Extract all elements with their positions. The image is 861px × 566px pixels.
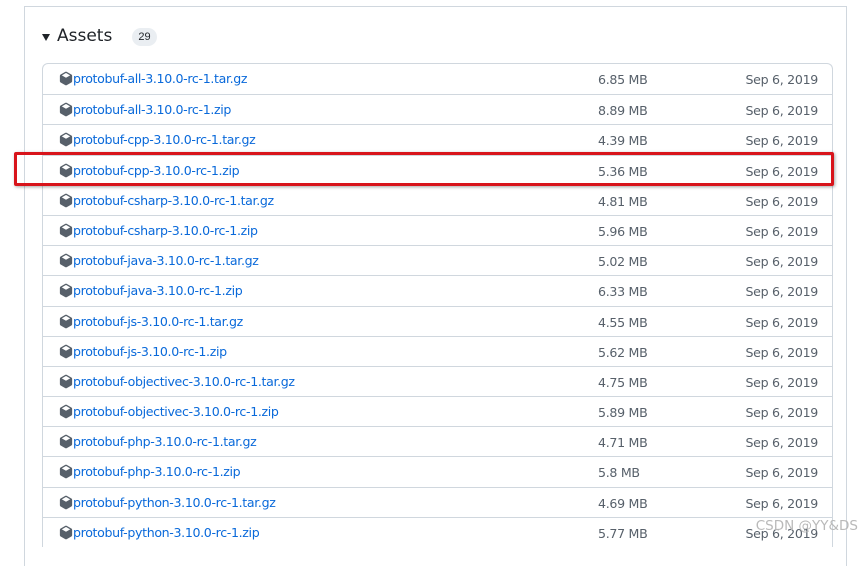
asset-download-link[interactable]: protobuf-js-3.10.0-rc-1.zip xyxy=(73,344,227,359)
asset-download-link[interactable]: protobuf-js-3.10.0-rc-1.tar.gz xyxy=(73,314,243,329)
asset-download-link[interactable]: protobuf-all-3.10.0-rc-1.tar.gz xyxy=(73,71,248,86)
asset-date: Sep 6, 2019 xyxy=(745,133,818,149)
package-icon xyxy=(59,314,73,329)
asset-size: 4.39 MB xyxy=(598,133,648,149)
asset-download-link[interactable]: protobuf-cpp-3.10.0-rc-1.zip xyxy=(73,163,240,178)
asset-date: Sep 6, 2019 xyxy=(745,465,818,481)
asset-row: protobuf-cpp-3.10.0-rc-1.zip 5.36 MB Sep 6… xyxy=(43,154,832,185)
package-icon xyxy=(59,163,73,178)
asset-size: 4.69 MB xyxy=(598,495,648,511)
asset-download-link[interactable]: protobuf-python-3.10.0-rc-1.tar.gz xyxy=(73,495,276,510)
asset-row: protobuf-java-3.10.0-rc-1.tar.gz 5.02 MB S… xyxy=(43,245,832,275)
package-icon xyxy=(59,102,73,117)
assets-toggle[interactable]: Assets 29 xyxy=(42,24,157,48)
asset-date: Sep 6, 2019 xyxy=(745,72,818,87)
asset-date: Sep 6, 2019 xyxy=(745,374,818,390)
asset-download-link[interactable]: protobuf-python-3.10.0-rc-1.zip xyxy=(73,525,260,540)
package-icon xyxy=(59,404,73,419)
asset-size: 5.77 MB xyxy=(598,525,648,541)
asset-download-link[interactable]: protobuf-cpp-3.10.0-rc-1.tar.gz xyxy=(73,132,256,147)
asset-row: protobuf-csharp-3.10.0-rc-1.zip 5.96 MB Se… xyxy=(43,214,832,245)
package-icon xyxy=(59,464,73,479)
asset-row: protobuf-php-3.10.0-rc-1.tar.gz 4.71 MB Se… xyxy=(43,426,832,456)
asset-size: 6.33 MB xyxy=(598,284,648,300)
asset-size: 6.85 MB xyxy=(598,72,648,87)
asset-row: protobuf-php-3.10.0-rc-1.zip 5.8 MB Sep 6,… xyxy=(43,456,832,486)
asset-date: Sep 6, 2019 xyxy=(745,284,818,300)
asset-size: 5.8 MB xyxy=(598,465,640,481)
asset-size: 4.55 MB xyxy=(598,314,648,330)
asset-row: protobuf-all-3.10.0-rc-1.tar.gz 6.85 MB Se… xyxy=(43,64,832,94)
package-icon xyxy=(59,283,73,298)
asset-download-link[interactable]: protobuf-php-3.10.0-rc-1.tar.gz xyxy=(73,434,257,449)
asset-date: Sep 6, 2019 xyxy=(745,495,818,511)
asset-size: 5.89 MB xyxy=(598,405,648,421)
asset-download-link[interactable]: protobuf-java-3.10.0-rc-1.tar.gz xyxy=(73,253,259,268)
asset-size: 5.62 MB xyxy=(598,344,648,360)
package-icon xyxy=(59,434,73,449)
asset-date: Sep 6, 2019 xyxy=(745,254,818,270)
asset-date: Sep 6, 2019 xyxy=(745,525,818,541)
asset-row: protobuf-cpp-3.10.0-rc-1.tar.gz 4.39 MB Se… xyxy=(43,124,832,154)
package-icon xyxy=(59,132,73,147)
asset-row: protobuf-python-3.10.0-rc-1.zip 5.77 MB Se… xyxy=(43,516,832,547)
asset-size: 5.36 MB xyxy=(598,163,648,179)
asset-date: Sep 6, 2019 xyxy=(745,193,818,209)
package-icon xyxy=(59,344,73,359)
asset-date: Sep 6, 2019 xyxy=(745,314,818,330)
asset-date: Sep 6, 2019 xyxy=(745,344,818,360)
asset-size: 8.89 MB xyxy=(598,103,648,119)
asset-download-link[interactable]: protobuf-java-3.10.0-rc-1.zip xyxy=(73,283,243,298)
package-icon xyxy=(59,525,73,540)
asset-row: protobuf-python-3.10.0-rc-1.tar.gz 4.69 M… xyxy=(43,486,832,517)
package-icon xyxy=(59,71,73,86)
assets-count-badge: 29 xyxy=(132,28,157,46)
asset-date: Sep 6, 2019 xyxy=(745,405,818,421)
caret-down-icon xyxy=(42,33,50,41)
asset-row: protobuf-all-3.10.0-rc-1.zip 8.89 MB Sep 6… xyxy=(43,94,832,124)
asset-download-link[interactable]: protobuf-all-3.10.0-rc-1.zip xyxy=(73,102,231,117)
asset-row: protobuf-java-3.10.0-rc-1.zip 6.33 MB Sep … xyxy=(43,275,832,305)
asset-download-link[interactable]: protobuf-php-3.10.0-rc-1.zip xyxy=(73,464,241,479)
asset-row: protobuf-objectivec-3.10.0-rc-1.tar.gz 4.… xyxy=(43,365,832,396)
package-icon xyxy=(59,374,73,389)
package-icon xyxy=(59,495,73,510)
package-icon xyxy=(59,223,73,238)
asset-size: 4.75 MB xyxy=(598,374,648,390)
package-icon xyxy=(59,193,73,208)
asset-size: 4.81 MB xyxy=(598,193,648,209)
asset-date: Sep 6, 2019 xyxy=(745,223,818,239)
asset-download-link[interactable]: protobuf-csharp-3.10.0-rc-1.tar.gz xyxy=(73,193,274,208)
asset-download-link[interactable]: protobuf-objectivec-3.10.0-rc-1.tar.gz xyxy=(73,374,295,389)
assets-title: Assets xyxy=(57,26,113,46)
asset-size: 4.71 MB xyxy=(598,435,648,451)
asset-row: protobuf-js-3.10.0-rc-1.zip 5.62 MB Sep 6,… xyxy=(43,335,832,366)
asset-row: protobuf-objectivec-3.10.0-rc-1.zip 5.89 … xyxy=(43,396,832,426)
asset-row: protobuf-js-3.10.0-rc-1.tar.gz 4.55 MB Sep… xyxy=(43,305,832,336)
package-icon xyxy=(59,253,73,268)
asset-size: 5.02 MB xyxy=(598,254,648,270)
asset-date: Sep 6, 2019 xyxy=(745,163,818,179)
asset-download-link[interactable]: protobuf-csharp-3.10.0-rc-1.zip xyxy=(73,223,258,238)
asset-row: protobuf-csharp-3.10.0-rc-1.tar.gz 4.81 M… xyxy=(43,184,832,215)
asset-date: Sep 6, 2019 xyxy=(745,435,818,451)
asset-download-link[interactable]: protobuf-objectivec-3.10.0-rc-1.zip xyxy=(73,404,279,419)
asset-size: 5.96 MB xyxy=(598,223,648,239)
asset-date: Sep 6, 2019 xyxy=(745,103,818,119)
asset-list: protobuf-all-3.10.0-rc-1.tar.gz 6.85 MB Se… xyxy=(42,63,833,547)
